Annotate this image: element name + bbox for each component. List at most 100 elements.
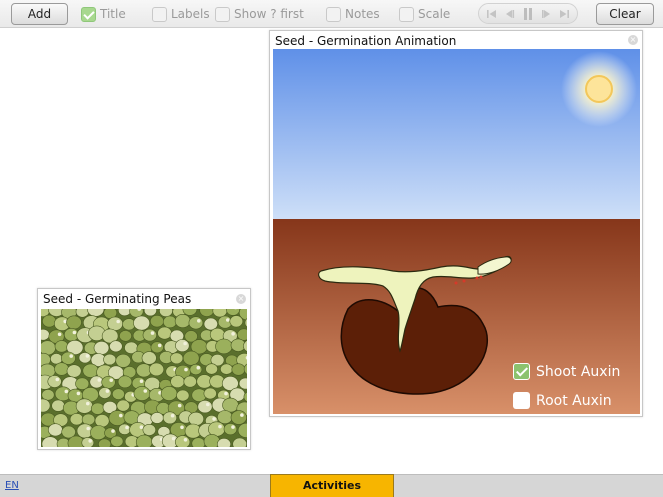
pea: [47, 423, 63, 437]
title-option-label: Title: [100, 7, 126, 21]
germinating-peas-panel[interactable]: Seed - Germinating Peas ×: [37, 288, 251, 450]
pause-icon[interactable]: [521, 7, 535, 21]
skip-back-icon[interactable]: [485, 7, 499, 21]
toolbar: Add Title Labels Show ? first Notes Scal…: [0, 0, 663, 28]
pea: [107, 316, 124, 331]
close-icon[interactable]: ×: [628, 35, 638, 45]
show-first-option-label: Show ? first: [234, 7, 304, 21]
activities-button[interactable]: Activities: [270, 474, 394, 497]
pea: [148, 362, 165, 377]
pea: [157, 326, 172, 340]
pea-sprout: [119, 413, 123, 418]
clear-button[interactable]: Clear: [596, 3, 654, 25]
title-checkbox[interactable]: [81, 6, 96, 22]
labels-option[interactable]: Labels: [152, 6, 210, 22]
pea-sprout: [116, 319, 120, 324]
pea: [54, 340, 69, 353]
pea: [118, 423, 131, 435]
root-auxin-toggle[interactable]: Root Auxin: [513, 392, 612, 409]
pea-sprout: [97, 378, 102, 382]
shoot-auxin-checkbox[interactable]: [513, 363, 530, 380]
show-first-option[interactable]: Show ? first: [215, 6, 304, 22]
pea-sprout: [197, 319, 201, 323]
pea: [101, 376, 116, 389]
pea: [175, 435, 191, 447]
pea: [109, 340, 123, 353]
title-option[interactable]: Title: [81, 6, 126, 22]
pea: [217, 410, 233, 424]
pea-sprout: [69, 354, 73, 358]
pea: [160, 386, 178, 401]
pea: [108, 410, 127, 426]
shoot-auxin-toggle[interactable]: Shoot Auxin: [513, 363, 620, 380]
pea: [94, 414, 110, 428]
pea: [75, 398, 94, 414]
pea: [223, 423, 238, 436]
pea: [133, 315, 151, 331]
pea: [89, 375, 104, 389]
pea: [93, 341, 110, 355]
pea: [66, 364, 82, 378]
pea: [54, 362, 69, 376]
germination-animation-panel[interactable]: Seed - Germination Animation × Shoot Aux…: [269, 30, 643, 417]
skip-forward-icon[interactable]: [557, 7, 571, 21]
pea: [81, 437, 95, 447]
labels-checkbox[interactable]: [152, 6, 167, 22]
pea-sprout: [150, 331, 155, 335]
pea-sprout: [231, 425, 235, 429]
pea: [90, 402, 105, 415]
pea-sprout: [231, 332, 235, 336]
playback-controls: [478, 3, 578, 24]
pea: [174, 314, 191, 328]
germination-illustration: [273, 49, 640, 414]
pea: [103, 353, 117, 366]
pea: [117, 375, 133, 389]
language-link[interactable]: EN: [5, 480, 19, 491]
pea-sprout: [86, 426, 90, 431]
sun-icon: [561, 51, 637, 127]
pea: [220, 363, 233, 375]
step-back-icon[interactable]: [503, 7, 517, 21]
root-auxin-label: Root Auxin: [536, 392, 612, 409]
pea-sprout: [88, 439, 92, 443]
root-auxin-checkbox[interactable]: [513, 392, 530, 409]
pea: [170, 352, 184, 365]
pea-sprout: [171, 436, 176, 441]
pea: [116, 399, 130, 412]
animation-stage: Shoot Auxin Root Auxin: [273, 49, 640, 414]
pea: [141, 351, 157, 365]
step-forward-icon[interactable]: [539, 7, 553, 21]
notes-option[interactable]: Notes: [326, 6, 380, 22]
pea-sprout: [85, 354, 90, 358]
pea: [170, 375, 185, 388]
pea-sprout: [86, 401, 90, 406]
pea-sprout: [183, 341, 187, 346]
pea: [98, 387, 112, 399]
scale-checkbox[interactable]: [399, 6, 414, 22]
pea-sprout: [157, 343, 162, 348]
pea-sprout: [240, 413, 244, 417]
pea: [189, 363, 203, 376]
pea-sprout: [105, 389, 110, 393]
pea: [142, 424, 157, 436]
pea: [188, 316, 204, 330]
pea: [176, 389, 190, 402]
show-first-checkbox[interactable]: [215, 6, 230, 22]
scale-option[interactable]: Scale: [399, 6, 450, 22]
pea-sprout: [57, 332, 62, 337]
pea: [162, 411, 177, 425]
pea: [47, 375, 62, 388]
pea: [230, 410, 247, 425]
close-icon[interactable]: ×: [236, 294, 246, 304]
pea-sprout: [183, 438, 188, 442]
add-button[interactable]: Add: [11, 3, 68, 25]
pea: [217, 438, 231, 447]
notes-option-label: Notes: [345, 7, 380, 21]
pea: [162, 315, 177, 329]
pea: [215, 338, 233, 355]
footer-bar: EN Activities: [0, 474, 663, 497]
pea: [90, 425, 107, 440]
pea: [110, 435, 124, 447]
pea: [222, 397, 239, 413]
notes-checkbox[interactable]: [326, 6, 341, 22]
